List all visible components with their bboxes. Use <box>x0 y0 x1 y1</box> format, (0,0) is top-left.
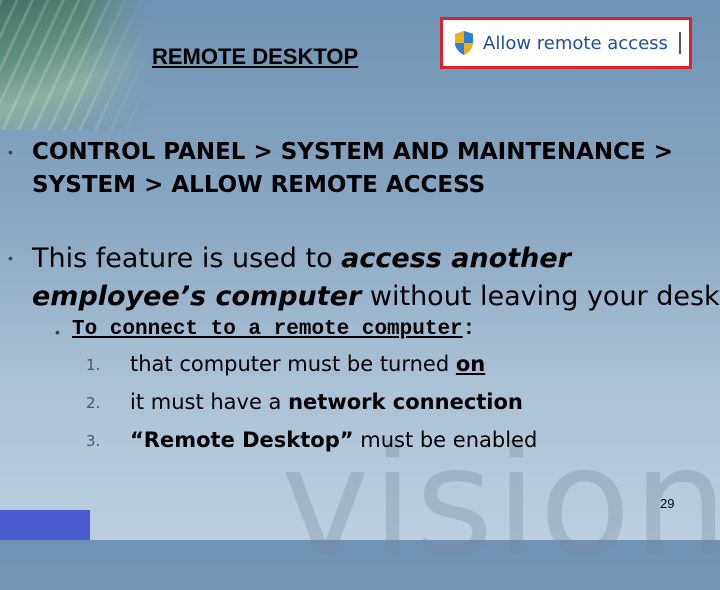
step-emphasis: network connection <box>288 390 523 414</box>
bullet-dot: • <box>8 250 13 266</box>
sub-bullet-underlined: To connect to a remote computer <box>72 318 463 341</box>
list-item-text: that computer must be turned on <box>130 352 485 376</box>
step-text-after: must be enabled <box>353 428 538 452</box>
bullet-dot: • <box>55 324 60 340</box>
background-photo <box>0 0 148 130</box>
bullet-path-text: CONTROL PANEL > SYSTEM AND MAINTENANCE >… <box>32 139 674 198</box>
list-item-text: it must have a network connection <box>130 390 523 414</box>
sub-bullet-text: To connect to a remote computer: <box>72 318 475 341</box>
allow-remote-access-callout[interactable]: Allow remote access <box>440 17 692 69</box>
feature-text-after: without leaving your desk. <box>361 281 720 312</box>
step-emphasis: on <box>455 352 486 376</box>
step-text: it must have a <box>130 390 289 414</box>
list-number: 3. <box>86 432 101 450</box>
feature-text-before: This feature is used to <box>32 243 342 274</box>
page-number: 29 <box>660 496 675 511</box>
sub-bullet-suffix: : <box>462 318 476 341</box>
list-number: 1. <box>86 356 101 374</box>
step-text: that computer must be turned <box>130 352 456 376</box>
slide-title: REMOTE DESKTOP <box>152 44 359 69</box>
shield-icon <box>455 31 473 55</box>
bullet-feature-text: This feature is used to access another e… <box>32 240 720 316</box>
step-emphasis: “Remote Desktop” <box>130 428 354 452</box>
list-item-text: “Remote Desktop” must be enabled <box>130 428 537 452</box>
corner-block <box>0 510 90 540</box>
bullet-dot: • <box>8 144 13 160</box>
list-number: 2. <box>86 394 101 412</box>
allow-remote-access-link[interactable]: Allow remote access <box>483 33 668 54</box>
text-cursor <box>679 32 681 54</box>
